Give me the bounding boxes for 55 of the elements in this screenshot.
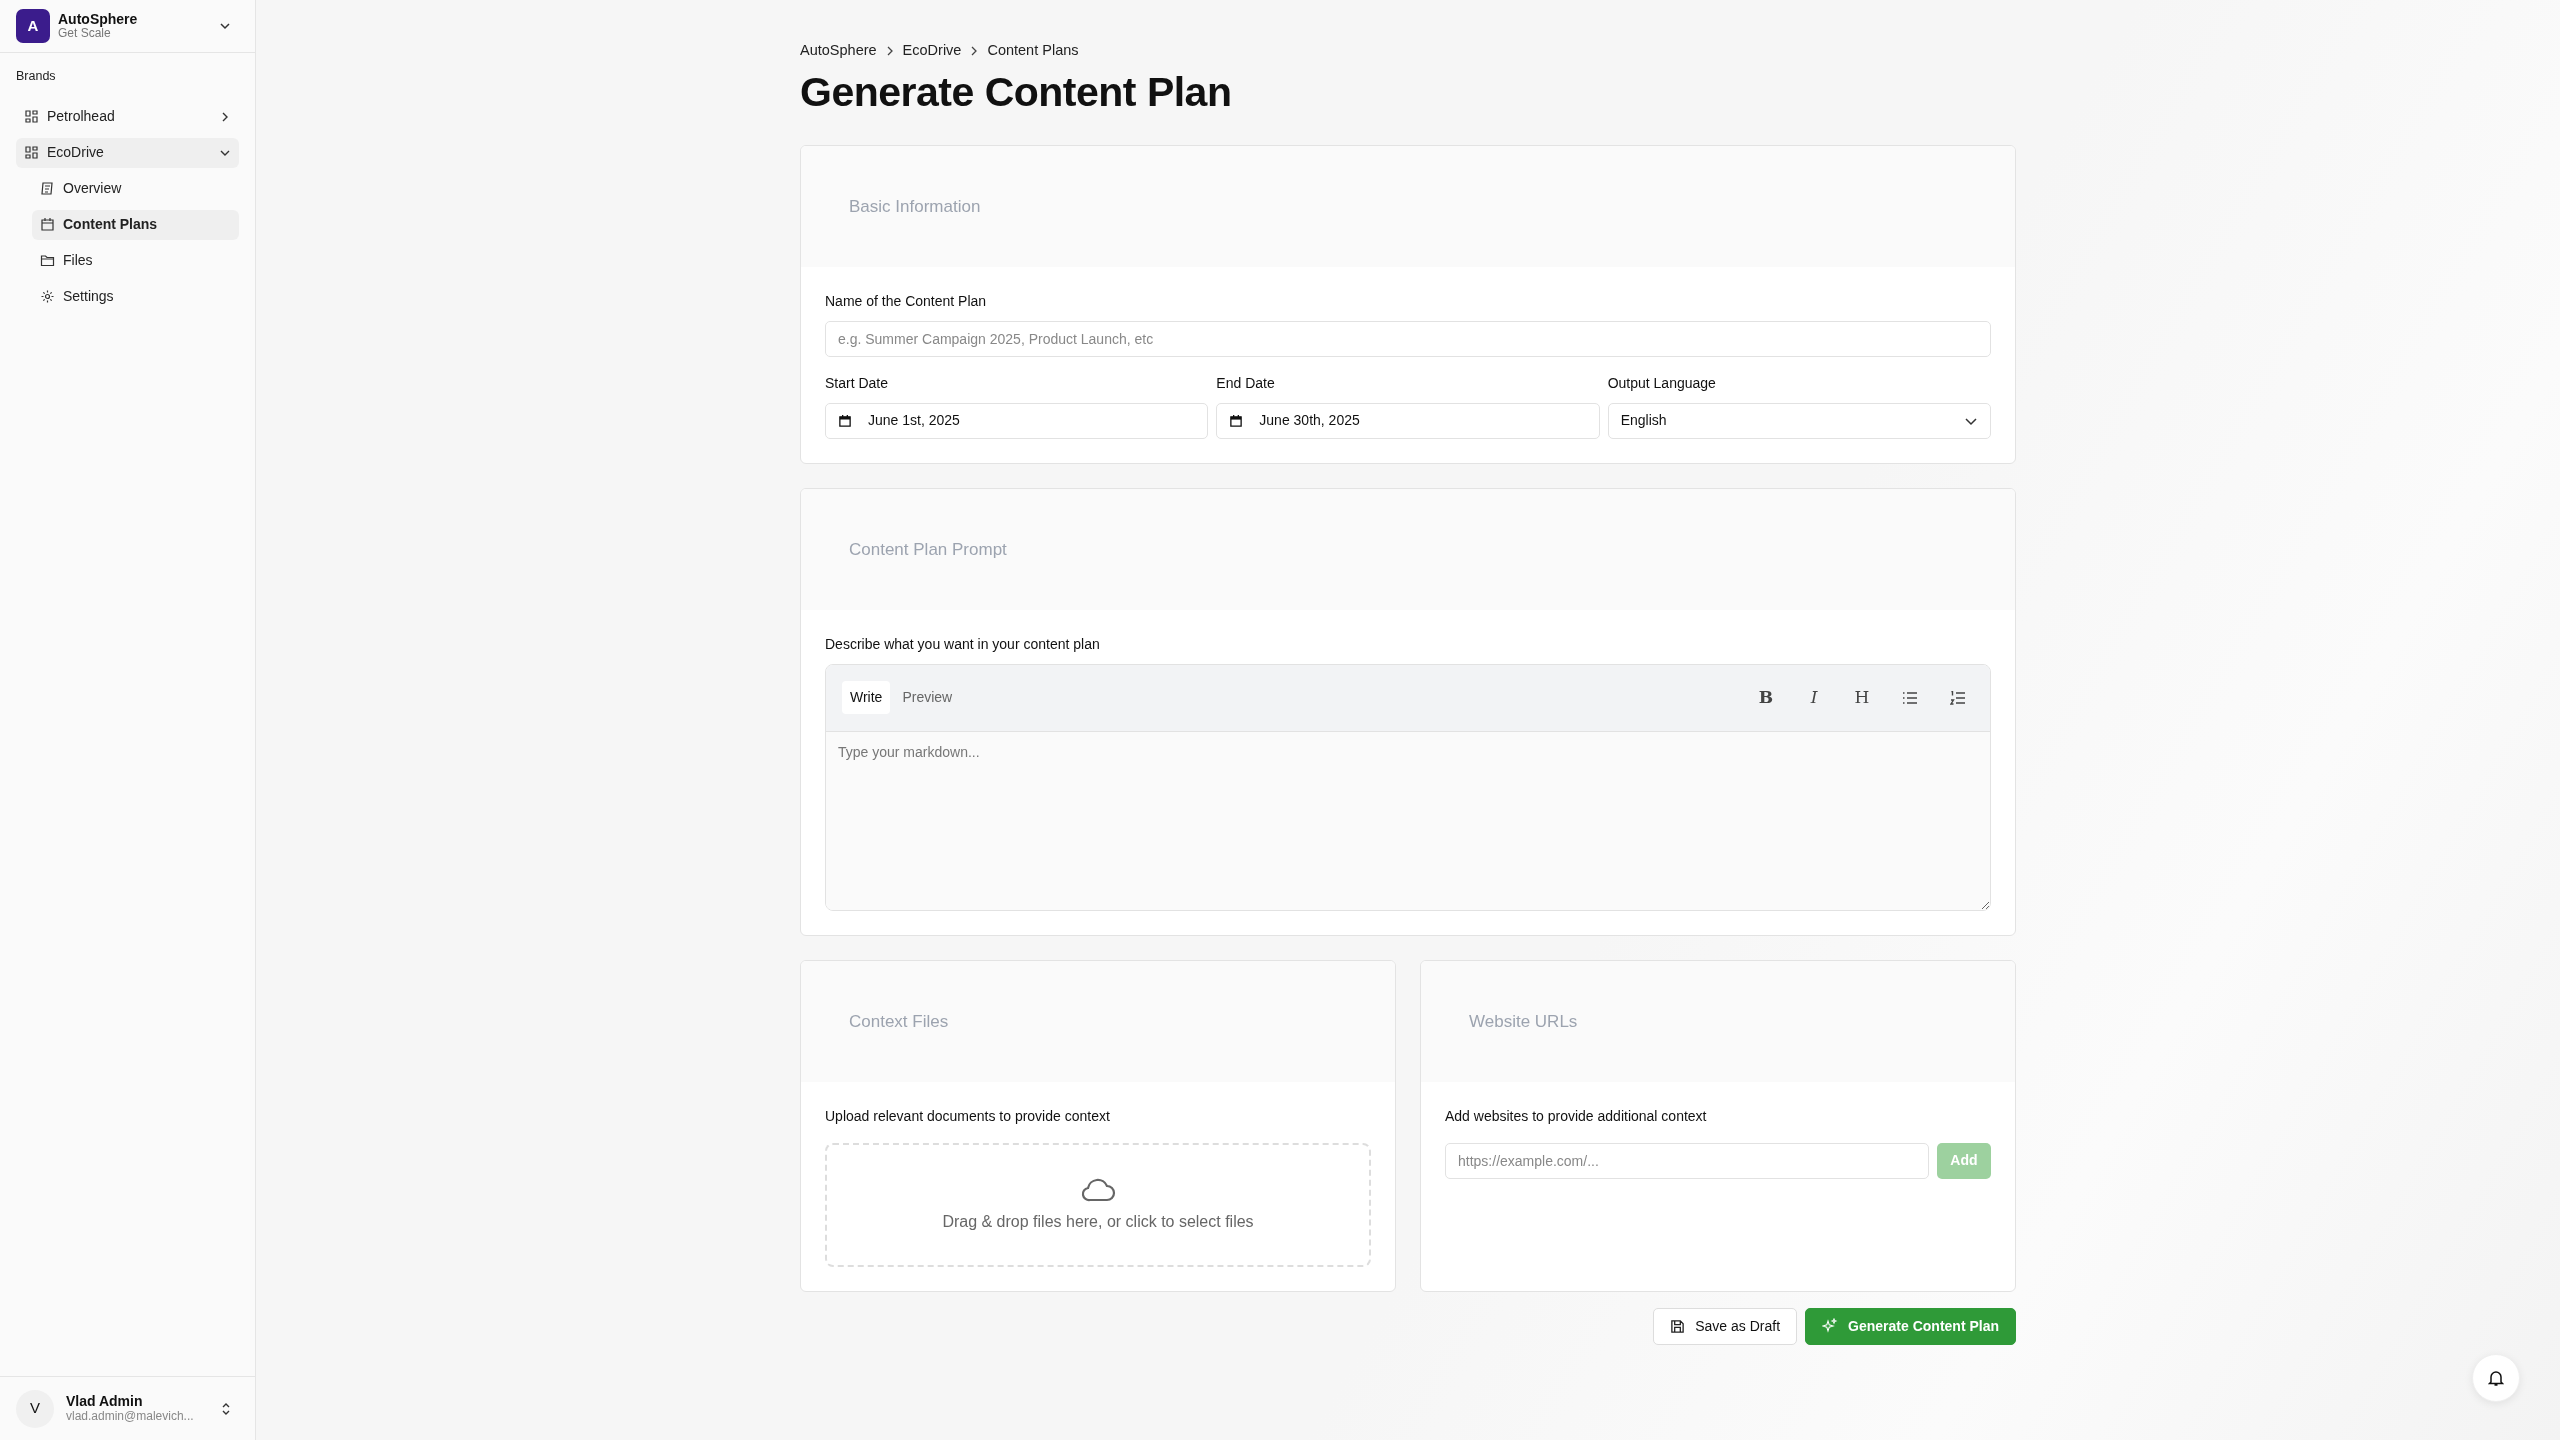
card-title: Basic Information [849,195,981,218]
file-dropzone[interactable]: Drag & drop files here, or click to select files [825,1142,1371,1267]
document-icon [40,181,55,197]
user-email: vlad.admin@malevich... [66,1409,194,1424]
sparkle-icon [1822,1318,1839,1335]
sidebar-subitem[interactable]: Settings [32,281,239,312]
workspace-plan: Get Scale [58,27,111,41]
markdown-editor[interactable]: Type your markdown... [826,731,1990,910]
page-title: Generate Content Plan [800,67,1233,117]
field-label: Name of the Content Plan [825,291,988,311]
card-title: Website URLs [1469,1010,1578,1033]
field-label: Upload relevant documents to provide context [825,1106,1111,1126]
field-label: Start Date [825,373,890,393]
folder-icon [40,253,55,269]
sidebar-subitem[interactable]: Content Plans [32,209,239,240]
field-label: Describe what you want in your content plan [825,634,1101,654]
calendar-icon [40,217,55,233]
breadcrumb-link[interactable]: Content Plans [987,40,1079,62]
sidebar-subitem[interactable]: Overview [32,173,239,204]
sidebar-item[interactable]: EcoDrive [16,137,239,168]
calendar-icon [838,413,852,428]
field-label: Output Language [1607,373,1717,393]
workspace-logo: A [16,9,50,43]
card-title: Context Files [849,1010,949,1033]
sidebar-item[interactable]: Petrolhead [16,101,239,132]
save-draft-button[interactable]: Save as Draft [1653,1307,1798,1345]
input-field[interactable]: e.g. Summer Campaign 2025, Product Launch, etc [825,320,1991,357]
date-picker[interactable]: June 30th, 2025 [1216,402,1600,439]
editor-tab[interactable]: Write [842,681,891,715]
breadcrumb-link[interactable]: EcoDrive [902,40,962,62]
calendar-icon [1229,413,1244,428]
breadcrumb-link[interactable]: AutoSphere [800,40,877,62]
italic-button[interactable]: I [1798,681,1830,714]
grid-icon [24,109,39,125]
generate-button[interactable]: Generate Content Plan [1805,1307,2016,1345]
sidebar-subitem[interactable]: Files [32,245,239,276]
grid-icon [24,145,39,161]
card-title: Content Plan Prompt [849,538,1007,561]
field-label: Add websites to provide additional context [1445,1106,1708,1126]
bullet-list-icon [1902,690,1918,705]
language-select[interactable]: English [1607,402,1991,439]
date-picker[interactable]: June 1st, 2025 [825,402,1209,439]
bold-button[interactable]: B [1750,681,1782,714]
numbered-list-icon [1950,690,1966,705]
editor-tab[interactable]: Preview [894,681,961,715]
heading-button[interactable]: H [1846,681,1878,714]
chevron-down-icon[interactable] [219,20,231,32]
user-name: Vlad Admin [66,1393,144,1409]
dropzone-text: Drag & drop files here, or click to select files [942,1211,1254,1232]
url-input[interactable]: https://example.com/... [1445,1142,1929,1179]
bell-icon [2488,1369,2504,1387]
field-label: End Date [1216,373,1276,393]
user-avatar: V [16,1389,54,1428]
workspace-name: AutoSphere [58,11,138,28]
section-label: Brands [15,68,57,85]
